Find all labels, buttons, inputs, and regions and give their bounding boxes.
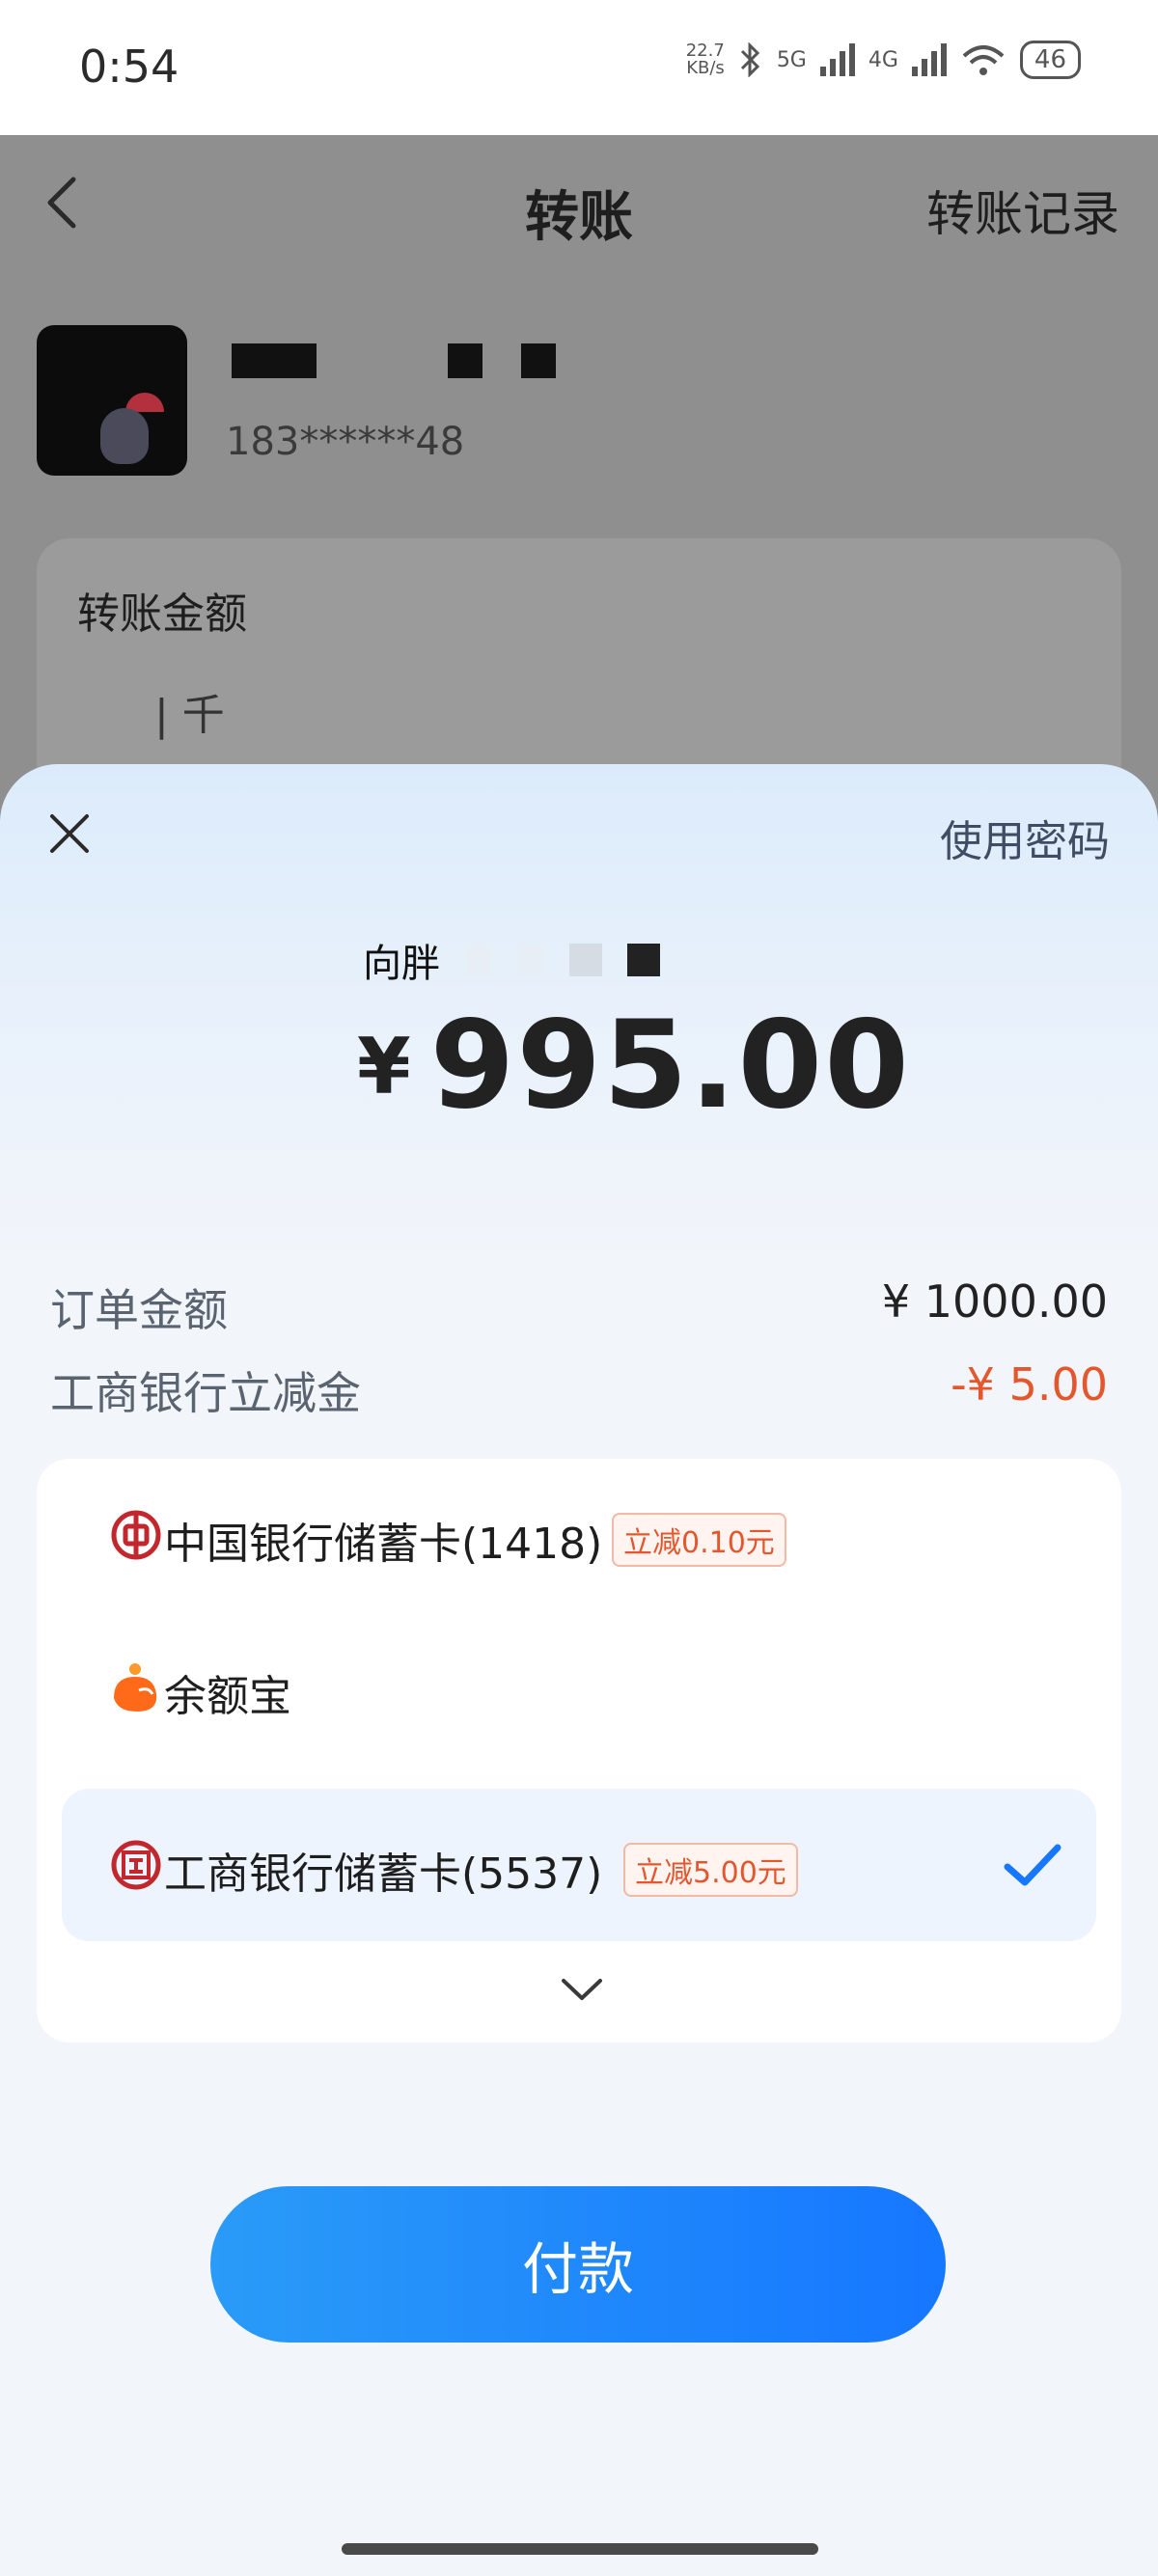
promo-badge: 立减0.10元: [612, 1513, 786, 1567]
redaction-block: [448, 343, 482, 378]
payee-label: 向胖: [363, 932, 660, 988]
use-password-link[interactable]: 使用密码: [940, 807, 1110, 868]
redaction-block: [521, 343, 556, 378]
payment-methods-card: 中国银行储蓄卡(1418) 立减0.10元 余额宝 工商银行储蓄卡(5537) …: [37, 1459, 1121, 2042]
redaction-block: [569, 944, 602, 976]
transfer-history-link[interactable]: 转账记录: [926, 176, 1119, 245]
icbc-icon: [111, 1840, 161, 1890]
payment-method-icbc[interactable]: 工商银行储蓄卡(5537) 立减5.00元: [62, 1789, 1096, 1941]
signal-icon: [911, 43, 947, 76]
redaction-block: [465, 944, 492, 976]
discount-value: -¥ 5.00: [951, 1358, 1108, 1411]
redaction-block: [232, 343, 317, 378]
battery-indicator: 46: [1019, 41, 1081, 79]
boc-icon: [111, 1510, 161, 1560]
network-speed: 22.7 KB/s: [685, 41, 725, 78]
amount-value: 995.00: [429, 994, 911, 1136]
checkmark-icon: [1004, 1844, 1062, 1886]
amount-card-title: 转账金额: [77, 589, 247, 639]
wifi-icon: [962, 45, 1005, 75]
payment-method-boc[interactable]: 中国银行储蓄卡(1418) 立减0.10元: [62, 1459, 1096, 1611]
chevron-down-icon[interactable]: [558, 1975, 606, 2004]
payment-method-label: 工商银行储蓄卡(5537): [164, 1850, 603, 1899]
redaction-block: [517, 944, 544, 976]
close-icon[interactable]: [46, 810, 93, 857]
totoro-figure: [100, 408, 149, 464]
recipient-name-redacted: [226, 343, 556, 382]
status-time: 0:54: [79, 41, 179, 93]
order-amount-value: ¥ 1000.00: [881, 1275, 1108, 1328]
signal-icon: [819, 43, 855, 76]
promo-badge: 立减5.00元: [623, 1843, 798, 1897]
payment-amount: ¥995.00: [357, 994, 911, 1136]
status-icons: 22.7 KB/s 5G 4G 46: [663, 41, 1081, 79]
pay-button[interactable]: 付款: [210, 2186, 946, 2343]
payee-prefix: 向胖: [363, 942, 440, 986]
amount-unit-hint: | 千: [154, 691, 225, 740]
status-bar: 0:54 22.7 KB/s 5G 4G 46: [0, 0, 1158, 135]
recipient-phone: 183******48: [226, 420, 465, 464]
order-amount-label: 订单金额: [50, 1284, 228, 1336]
avatar: [37, 325, 187, 476]
network-5g-label: 5G: [776, 47, 807, 72]
redaction-block: [627, 944, 660, 976]
yuebao-icon: [114, 1663, 157, 1712]
home-indicator[interactable]: [342, 2543, 818, 2555]
payment-method-label: 中国银行储蓄卡(1418): [164, 1520, 603, 1569]
payment-method-yuebao[interactable]: 余额宝: [62, 1611, 1096, 1764]
discount-label: 工商银行立减金: [50, 1367, 361, 1419]
bluetooth-icon: [740, 42, 759, 77]
network-4g-label: 4G: [868, 47, 898, 72]
payment-method-label: 余额宝: [164, 1672, 291, 1721]
currency-symbol: ¥: [357, 1022, 413, 1111]
